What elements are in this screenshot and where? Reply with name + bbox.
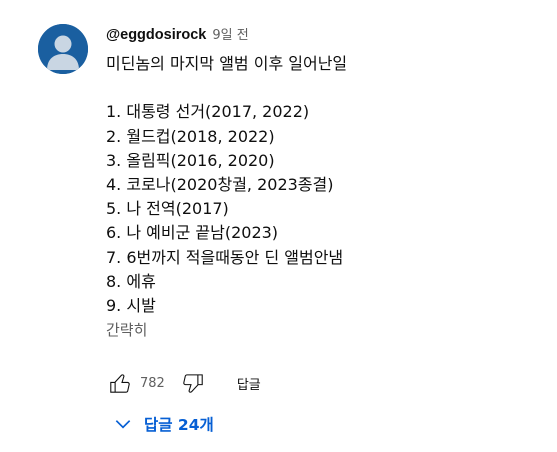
comment-header: @eggdosirock 9일 전 [106,24,546,46]
comment-text-line: 2. 월드컵(2018, 2022) [106,126,275,146]
comment-action-bar: 782 답글 [106,368,261,398]
comment-text-line [106,76,546,100]
like-count: 782 [140,375,165,391]
thumbs-up-icon [110,374,130,393]
reply-button[interactable]: 답글 [237,374,261,393]
comment-thread: @eggdosirock 9일 전 미딘놈의 마지막 앨범 이후 일어난일 1.… [0,0,557,452]
comment-text: 미딘놈의 마지막 앨범 이후 일어난일 1. 대통령 선거(2017, 2022… [106,52,546,318]
comment-text-line: 7. 6번까지 적을때동안 딘 앨범안냄 [106,247,344,267]
comment-text-line: 6. 나 예비군 끝남(2023) [106,223,279,243]
comment-text-line: 1. 대통령 선거(2017, 2022) [106,102,310,122]
like-button[interactable] [106,369,134,397]
author-name[interactable]: @eggdosirock [106,24,206,46]
comment-text-line: 미딘놈의 마지막 앨범 이후 일어난일 [106,54,348,73]
show-less-button[interactable]: 간략히 [106,318,546,342]
dislike-button[interactable] [179,369,207,397]
thumbs-down-icon [183,374,203,393]
comment-body: @eggdosirock 9일 전 미딘놈의 마지막 앨범 이후 일어난일 1.… [106,24,546,342]
default-avatar-icon [38,24,88,74]
view-replies-button[interactable]: 답글 24개 [112,409,214,439]
chevron-down-icon [112,413,134,435]
comment-text-line: 9. 시발 [106,295,156,315]
published-time[interactable]: 9일 전 [212,25,248,47]
replies-count-label: 답글 24개 [144,416,214,434]
comment-text-line: 5. 나 전역(2017) [106,199,229,219]
comment-text-line: 4. 코로나(2020창궐, 2023종결) [106,174,334,194]
comment-text-line: 8. 에휴 [106,271,156,291]
comment-text-line: 3. 올림픽(2016, 2020) [106,150,275,170]
avatar[interactable] [38,24,88,74]
